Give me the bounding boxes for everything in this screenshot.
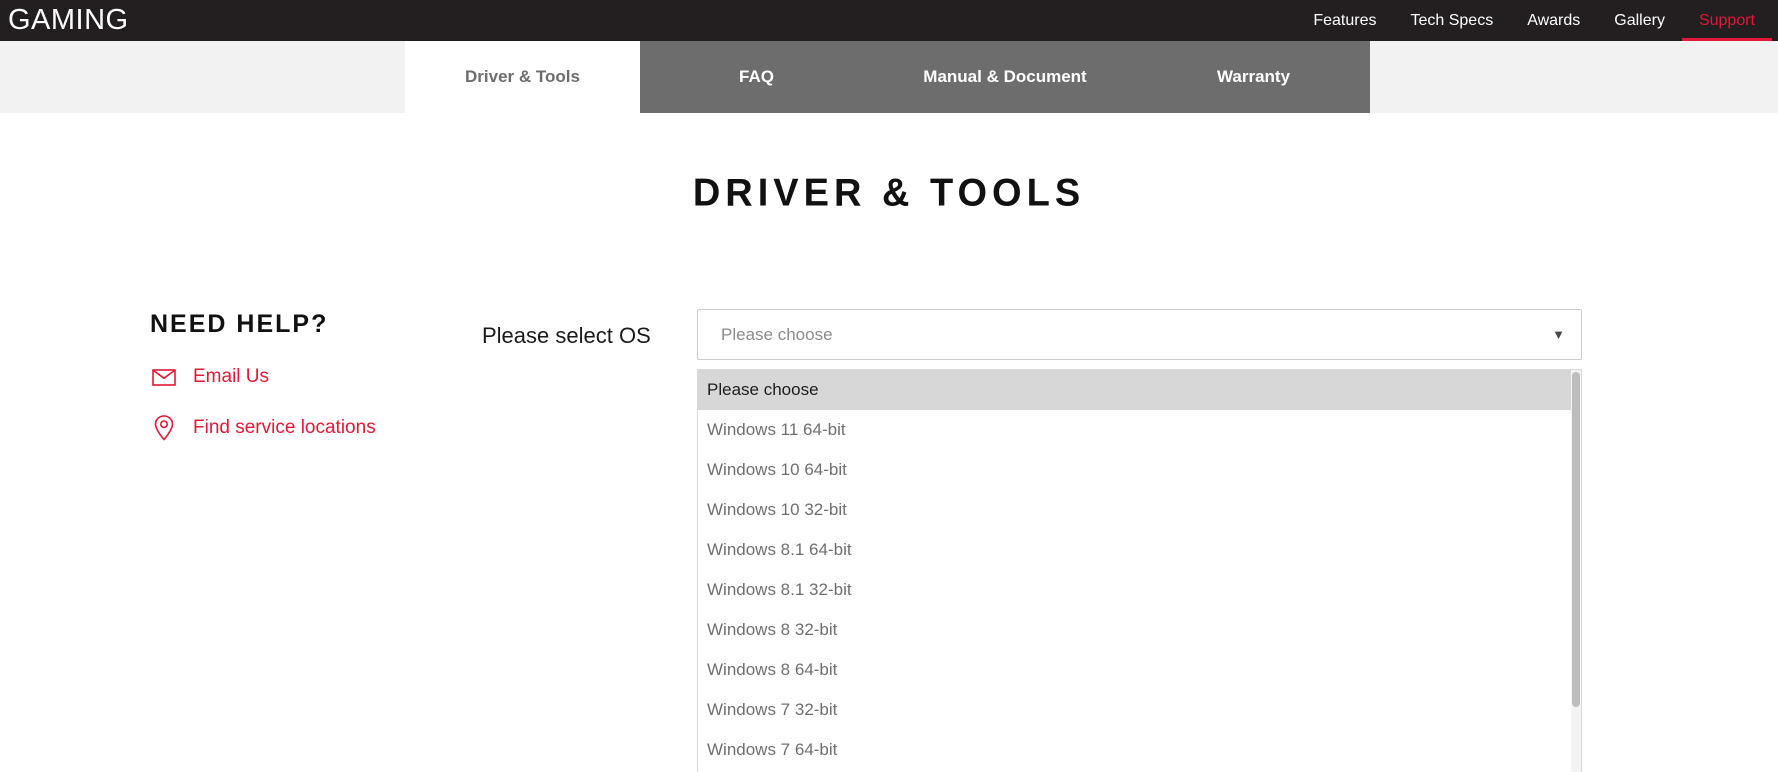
os-option-windows-8-64[interactable]: Windows 8 64-bit xyxy=(698,650,1571,690)
nav-item-features[interactable]: Features xyxy=(1296,0,1393,41)
need-help-heading: NEED HELP? xyxy=(150,310,329,338)
find-service-locations-label: Find service locations xyxy=(193,417,376,438)
find-service-locations-link[interactable]: Find service locations xyxy=(150,415,376,441)
chevron-down-icon: ▼ xyxy=(1552,327,1565,342)
tab-warranty[interactable]: Warranty xyxy=(1137,41,1370,113)
os-option-windows-81-64[interactable]: Windows 8.1 64-bit xyxy=(698,530,1571,570)
email-icon xyxy=(150,368,178,386)
os-options-list: Please choose Windows 11 64-bit Windows … xyxy=(697,369,1582,772)
nav-item-tech-specs[interactable]: Tech Specs xyxy=(1393,0,1510,41)
brand-title: GAMING xyxy=(8,4,129,36)
tab-faq[interactable]: FAQ xyxy=(640,41,873,113)
os-option-windows-11-64[interactable]: Windows 11 64-bit xyxy=(698,410,1571,450)
tab-driver-tools[interactable]: Driver & Tools xyxy=(405,41,640,113)
tab-manual-document[interactable]: Manual & Document xyxy=(873,41,1137,113)
nav-item-awards[interactable]: Awards xyxy=(1510,0,1597,41)
email-us-label: Email Us xyxy=(193,366,270,387)
os-option-please-choose[interactable]: Please choose xyxy=(698,370,1571,410)
os-select-value: Please choose xyxy=(721,324,833,344)
email-us-link[interactable]: Email Us xyxy=(150,366,376,388)
os-option-windows-8-32[interactable]: Windows 8 32-bit xyxy=(698,610,1571,650)
os-option-windows-81-32[interactable]: Windows 8.1 32-bit xyxy=(698,570,1571,610)
os-select-dropdown[interactable]: Please choose ▼ xyxy=(697,309,1582,360)
os-option-windows-10-64[interactable]: Windows 10 64-bit xyxy=(698,450,1571,490)
os-option-windows-7-64[interactable]: Windows 7 64-bit xyxy=(698,730,1571,770)
os-option-windows-7-32[interactable]: Windows 7 32-bit xyxy=(698,690,1571,730)
nav-item-support[interactable]: Support xyxy=(1681,0,1772,41)
need-help-panel: NEED HELP? Email Us Find service locatio… xyxy=(150,310,376,441)
top-navbar: GAMING Features Tech Specs Awards Galler… xyxy=(0,0,1778,41)
dropdown-scrollbar[interactable] xyxy=(1571,370,1581,772)
location-pin-icon xyxy=(150,415,178,441)
support-tabstrip: Driver & Tools FAQ Manual & Document War… xyxy=(0,41,1778,113)
dropdown-scrollbar-thumb[interactable] xyxy=(1572,372,1580,707)
support-tabs: Driver & Tools FAQ Manual & Document War… xyxy=(405,41,1370,113)
os-option-windows-10-32[interactable]: Windows 10 32-bit xyxy=(698,490,1571,530)
top-nav-links: Features Tech Specs Awards Gallery Suppo… xyxy=(1296,0,1778,41)
nav-item-gallery[interactable]: Gallery xyxy=(1597,0,1682,41)
page: GAMING Features Tech Specs Awards Galler… xyxy=(0,0,1778,772)
page-title: DRIVER & TOOLS xyxy=(692,171,1086,215)
os-select-label: Please select OS xyxy=(482,323,651,348)
